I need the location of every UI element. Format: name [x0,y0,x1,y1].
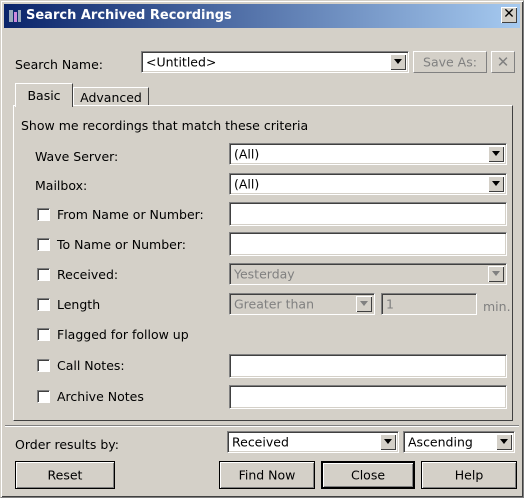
window-title: Search Archived Recordings [26,8,232,23]
archive-notes-input[interactable] [229,385,507,409]
chevron-down-icon[interactable] [488,266,504,282]
close-button[interactable]: Close [321,461,415,489]
tab-advanced[interactable]: Advanced [73,87,149,106]
length-operator-value: Greater than [234,296,315,312]
chevron-down-icon[interactable] [488,146,504,162]
length-label: Length [57,297,101,312]
chevron-down-icon[interactable] [496,434,512,450]
to-name-checkbox[interactable] [37,238,50,251]
received-checkbox[interactable] [37,268,50,281]
wave-server-select[interactable]: (All) [229,143,507,165]
close-icon[interactable]: ✕ [501,7,517,23]
to-name-label: To Name or Number: [57,237,186,252]
flagged-label: Flagged for follow up [57,327,189,342]
wave-server-label: Wave Server: [35,149,119,164]
order-field-select[interactable]: Received [227,431,399,453]
chevron-down-icon[interactable] [356,296,372,312]
help-label: Help [454,467,484,483]
title-bar[interactable]: Search Archived Recordings ✕ [4,4,520,28]
search-dialog: Search Archived Recordings ✕ Search Name… [0,0,524,498]
order-direction-select[interactable]: Ascending [403,431,515,453]
call-notes-input[interactable] [229,354,507,378]
length-value-input[interactable]: 1 [381,293,477,315]
length-value: 1 [386,296,394,312]
flagged-checkbox[interactable] [37,328,50,341]
reset-label: Reset [47,467,83,483]
recordings-app-icon [9,10,21,22]
order-field-value: Received [232,434,289,450]
tab-basic[interactable]: Basic [15,83,73,107]
received-value: Yesterday [234,266,295,282]
tab-basic-label: Basic [27,88,61,103]
received-select[interactable]: Yesterday [229,263,507,285]
reset-button[interactable]: Reset [15,461,115,489]
close-label: Close [350,467,386,483]
tab-advanced-label: Advanced [80,90,142,105]
find-now-button[interactable]: Find Now [219,461,315,489]
archive-notes-checkbox[interactable] [37,390,50,403]
search-name-combo[interactable]: <Untitled> [141,51,409,73]
chevron-down-icon[interactable] [488,176,504,192]
call-notes-label: Call Notes: [57,358,125,373]
from-name-input[interactable] [229,202,507,226]
order-results-label: Order results by: [15,437,119,452]
mailbox-select[interactable]: (All) [229,173,507,195]
length-operator-select[interactable]: Greater than [229,293,375,315]
to-name-input[interactable] [229,232,507,256]
archive-notes-label: Archive Notes [57,389,144,404]
length-checkbox[interactable] [37,298,50,311]
save-as-button[interactable]: Save As: [413,51,487,73]
order-direction-value: Ascending [408,434,473,450]
separator [5,425,519,427]
from-name-label: From Name or Number: [57,207,204,222]
from-name-checkbox[interactable] [37,208,50,221]
received-label: Received: [57,267,119,282]
mailbox-label: Mailbox: [35,178,88,193]
criteria-heading: Show me recordings that match these crit… [21,118,309,133]
search-name-value: <Untitled> [146,54,217,70]
call-notes-checkbox[interactable] [37,359,50,372]
save-as-label: Save As: [423,54,477,70]
length-unit: min. [483,299,511,314]
help-button[interactable]: Help [421,461,517,489]
search-name-label: Search Name: [15,57,104,72]
chevron-down-icon[interactable] [390,54,406,70]
wave-server-value: (All) [234,146,260,162]
delete-glyph: ✕ [496,53,510,71]
mailbox-value: (All) [234,176,260,192]
chevron-down-icon[interactable] [380,434,396,450]
delete-search-icon[interactable]: ✕ [491,51,515,73]
find-now-label: Find Now [238,467,296,483]
